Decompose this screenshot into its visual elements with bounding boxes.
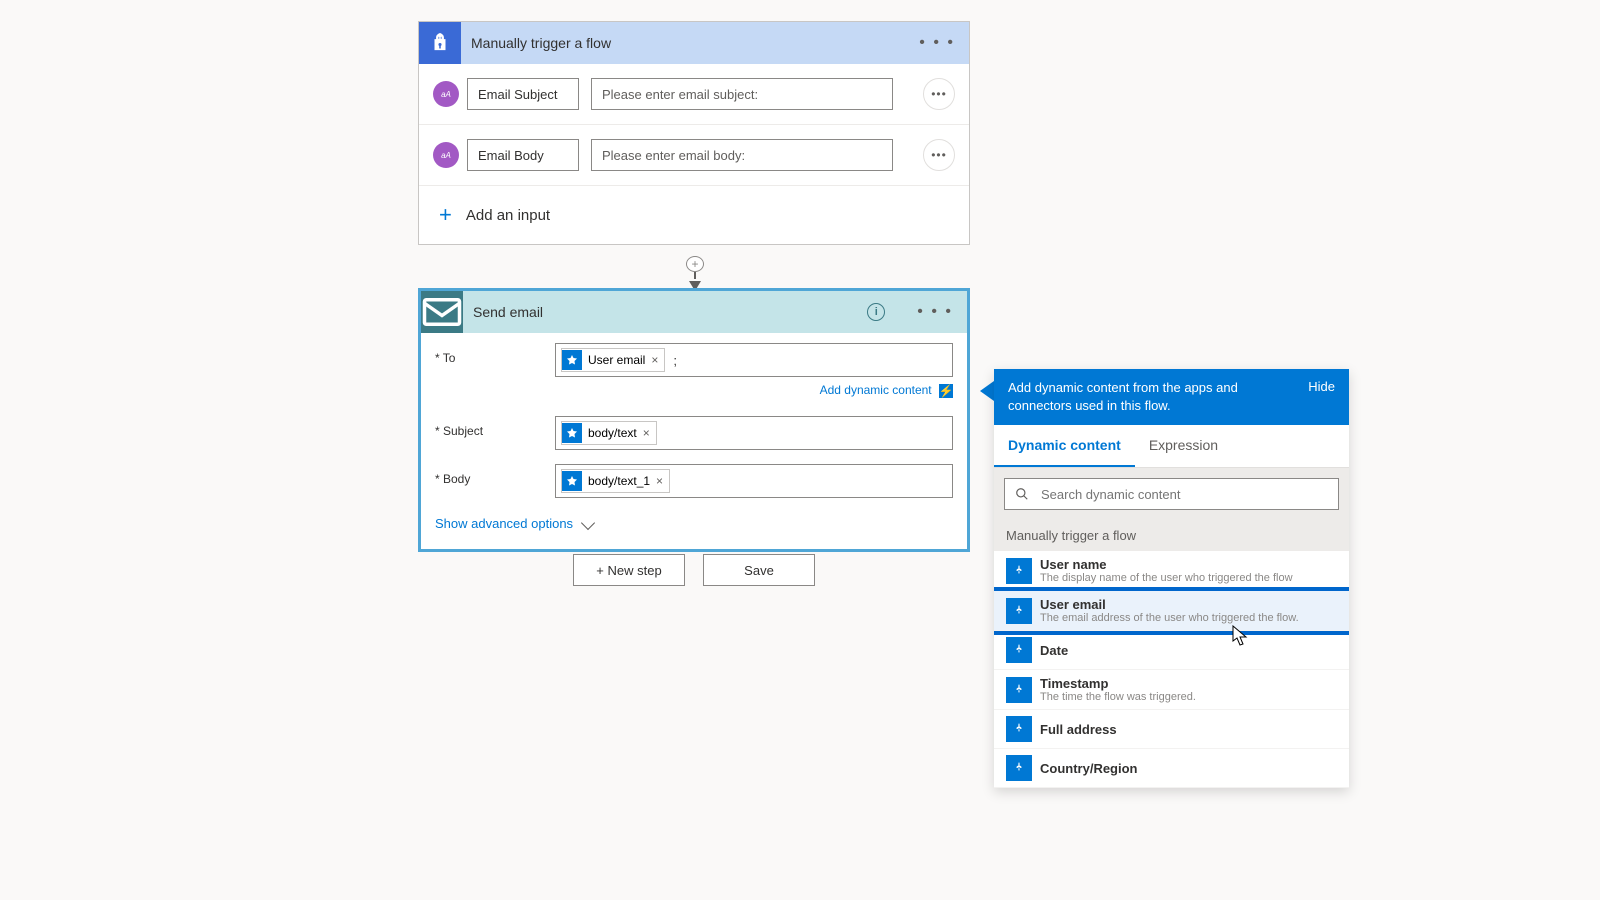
action-card: Send email i • • • * To User email × ; A… (418, 288, 970, 552)
advanced-options-label: Show advanced options (435, 516, 573, 531)
dc-hide-button[interactable]: Hide (1308, 379, 1335, 415)
lightning-icon[interactable]: ⚡ (939, 384, 953, 398)
field-label-body: * Body (435, 464, 555, 486)
field-input-to[interactable]: User email × ; (555, 343, 953, 377)
dc-item-desc: The email address of the user who trigge… (1040, 612, 1299, 624)
dc-list[interactable]: Manually trigger a flow User name The di… (994, 520, 1349, 788)
email-icon (421, 291, 463, 333)
dc-item-date[interactable]: Date (994, 631, 1349, 670)
trigger-card: Manually trigger a flow • • • aA ••• aA … (418, 21, 970, 245)
add-dynamic-content-row: Add dynamic content ⚡ (421, 381, 967, 406)
input-name-field[interactable] (467, 139, 579, 171)
dc-tabs: Dynamic content Expression (994, 425, 1349, 468)
token-icon (562, 471, 582, 491)
dc-item-icon (1006, 637, 1032, 663)
field-row-to: * To User email × ; (421, 333, 967, 381)
dc-item-icon (1006, 755, 1032, 781)
dc-item-icon (1006, 716, 1032, 742)
search-icon (1015, 487, 1029, 501)
input-placeholder-field[interactable] (591, 139, 893, 171)
panel-pointer (980, 381, 994, 401)
dc-search-container (994, 468, 1349, 520)
trigger-header[interactable]: Manually trigger a flow • • • (419, 22, 969, 64)
field-label-subject: * Subject (435, 416, 555, 438)
trigger-input-row: aA ••• (419, 125, 969, 186)
field-label-to: * To (435, 343, 555, 365)
dc-item-title: User email (1040, 597, 1299, 612)
text-type-icon: aA (433, 142, 459, 168)
action-title: Send email (473, 304, 543, 320)
dc-item-desc: The time the flow was triggered. (1040, 691, 1196, 703)
bottom-buttons: + New step Save (573, 554, 815, 586)
dc-item-icon (1006, 598, 1032, 624)
insert-step-button[interactable]: + (686, 256, 704, 272)
field-input-subject[interactable]: body/text × (555, 416, 953, 450)
dynamic-content-panel: Add dynamic content from the apps and co… (994, 369, 1349, 788)
dc-search-box[interactable] (1004, 478, 1339, 510)
input-row-menu[interactable]: ••• (923, 139, 955, 171)
token-icon (562, 350, 582, 370)
show-advanced-options[interactable]: Show advanced options (421, 502, 967, 549)
plus-icon: + (439, 202, 452, 228)
field-input-body[interactable]: body/text_1 × (555, 464, 953, 498)
trigger-title: Manually trigger a flow (471, 35, 611, 51)
dc-panel-header: Add dynamic content from the apps and co… (994, 369, 1349, 425)
token-separator: ; (673, 353, 677, 368)
dc-item-country-region[interactable]: Country/Region (994, 749, 1349, 788)
dc-item-icon (1006, 558, 1032, 584)
trigger-input-row: aA ••• (419, 64, 969, 125)
dc-item-user-name[interactable]: User name The display name of the user w… (994, 551, 1349, 591)
text-type-icon: aA (433, 81, 459, 107)
dc-panel-description: Add dynamic content from the apps and co… (1008, 379, 1288, 415)
add-input-label: Add an input (466, 207, 550, 224)
token-remove[interactable]: × (643, 426, 650, 440)
dc-group-header: Manually trigger a flow (994, 520, 1349, 551)
new-step-button[interactable]: + New step (573, 554, 685, 586)
tab-dynamic-content[interactable]: Dynamic content (994, 425, 1135, 467)
token-body-text-1[interactable]: body/text_1 × (561, 469, 670, 493)
dc-item-title: Timestamp (1040, 676, 1196, 691)
input-name-field[interactable] (467, 78, 579, 110)
dc-item-title: Date (1040, 643, 1068, 658)
token-remove[interactable]: × (656, 474, 663, 488)
dc-item-user-email[interactable]: User email The email address of the user… (994, 591, 1349, 631)
input-row-menu[interactable]: ••• (923, 78, 955, 110)
token-label: body/text_1 (588, 474, 650, 488)
input-placeholder-field[interactable] (591, 78, 893, 110)
action-menu-button[interactable]: • • • (917, 304, 953, 320)
token-body-text[interactable]: body/text × (561, 421, 657, 445)
add-input-button[interactable]: + Add an input (419, 186, 969, 244)
field-row-subject: * Subject body/text × (421, 406, 967, 454)
chevron-down-icon (581, 516, 595, 530)
tab-expression[interactable]: Expression (1135, 425, 1232, 467)
trigger-icon (419, 22, 461, 64)
add-dynamic-content-link[interactable]: Add dynamic content (820, 383, 932, 397)
dc-item-title: User name (1040, 557, 1293, 572)
dc-item-title: Country/Region (1040, 761, 1138, 776)
connector-arrow: + (690, 256, 700, 291)
action-header[interactable]: Send email i • • • (421, 291, 967, 333)
save-button[interactable]: Save (703, 554, 815, 586)
token-user-email[interactable]: User email × (561, 348, 665, 372)
token-label: body/text (588, 426, 637, 440)
dc-item-timestamp[interactable]: Timestamp The time the flow was triggere… (994, 670, 1349, 710)
dc-item-desc: The display name of the user who trigger… (1040, 572, 1293, 584)
dc-item-icon (1006, 677, 1032, 703)
field-row-body: * Body body/text_1 × (421, 454, 967, 502)
trigger-menu-button[interactable]: • • • (919, 35, 955, 51)
info-button[interactable]: i (867, 303, 885, 321)
dc-item-title: Full address (1040, 722, 1117, 737)
token-remove[interactable]: × (651, 353, 658, 367)
token-label: User email (588, 353, 645, 367)
token-icon (562, 423, 582, 443)
dc-search-input[interactable] (1041, 487, 1328, 502)
dc-item-full-address[interactable]: Full address (994, 710, 1349, 749)
